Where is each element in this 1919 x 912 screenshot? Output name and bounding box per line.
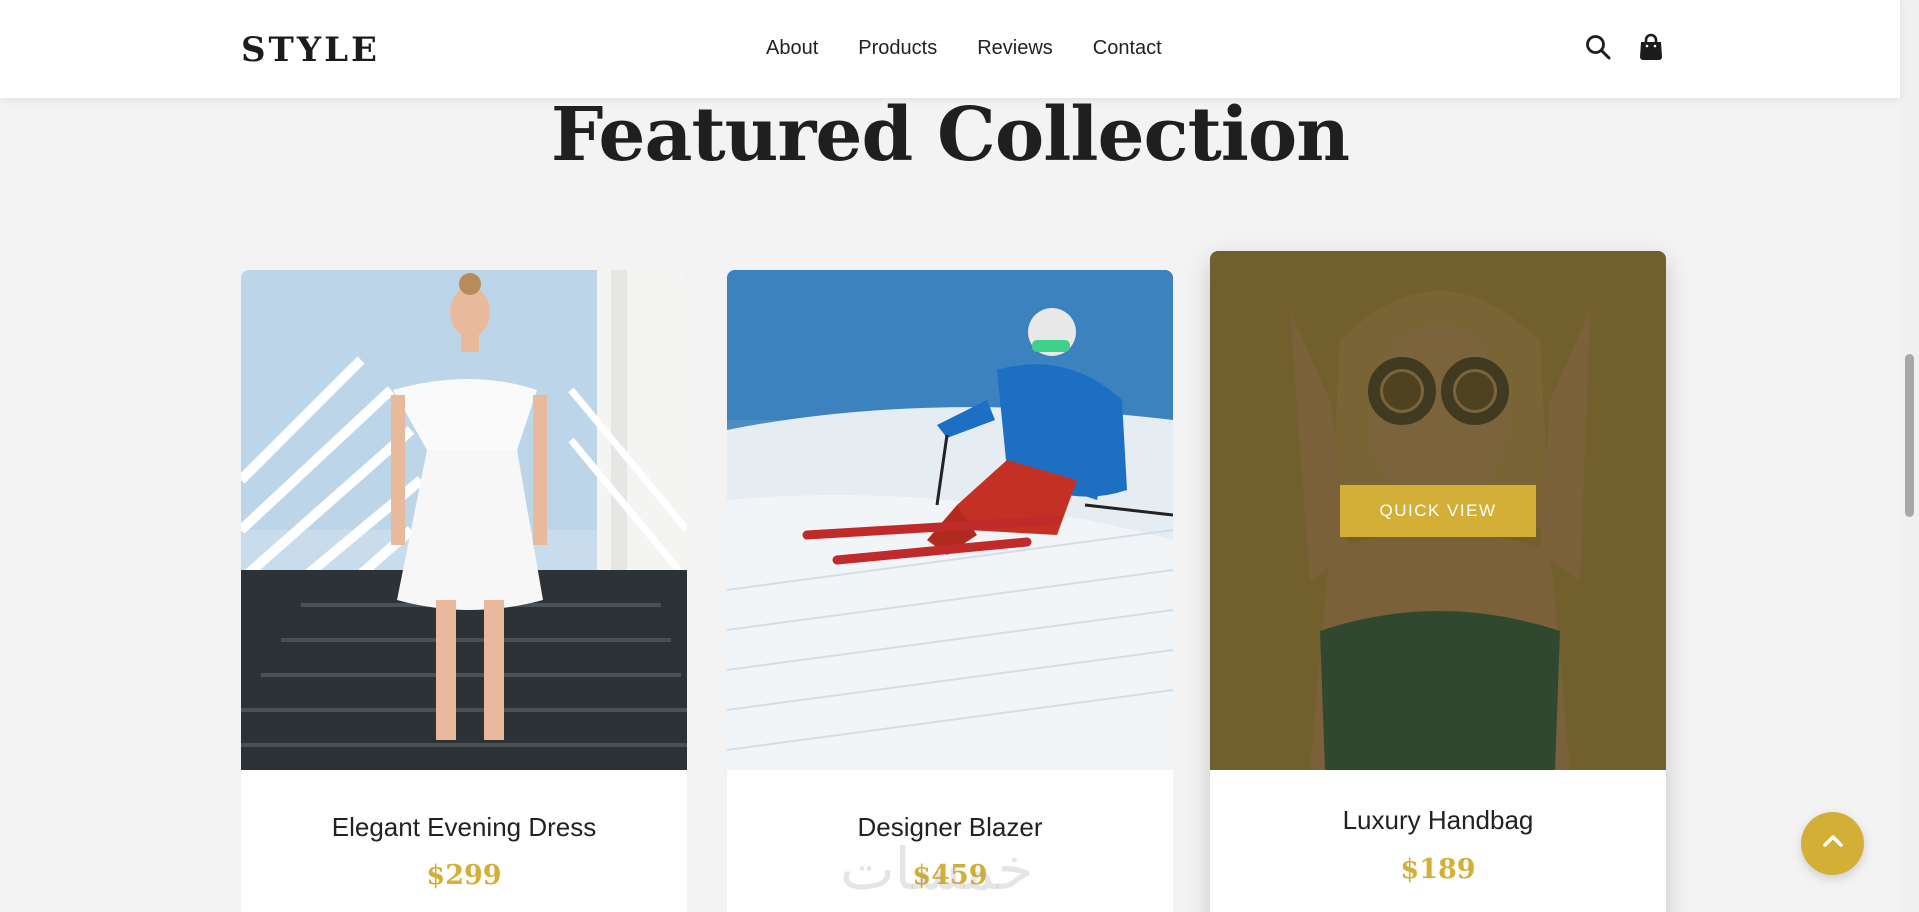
product-image[interactable] <box>727 270 1173 770</box>
scrollbar-thumb[interactable] <box>1905 354 1914 517</box>
product-card[interactable]: Elegant Evening Dress $299 <box>241 270 687 912</box>
quick-view-button[interactable]: QUICK VIEW <box>1340 485 1536 537</box>
page-scrollbar[interactable] <box>1900 0 1919 912</box>
product-card[interactable]: Designer Blazer $459 <box>727 270 1173 912</box>
nav-links: About Products Reviews Contact <box>766 37 1162 60</box>
nav-link-contact[interactable]: Contact <box>1093 37 1162 60</box>
search-icon[interactable] <box>1584 33 1612 61</box>
nav-link-about[interactable]: About <box>766 37 818 60</box>
product-name: Luxury Handbag <box>1342 805 1534 835</box>
nav-icons <box>1584 33 1666 61</box>
product-card-hovered[interactable]: QUICK VIEW Luxury Handbag $189 <box>1210 251 1666 912</box>
product-price: $189 <box>1400 854 1476 885</box>
product-name: Elegant Evening Dress <box>331 812 597 842</box>
section-title: Featured Collection <box>550 92 1350 178</box>
product-price: $299 <box>426 860 502 891</box>
watermark: خمسات <box>840 835 1034 903</box>
product-image[interactable]: QUICK VIEW <box>1210 251 1666 770</box>
nav-link-products[interactable]: Products <box>858 37 937 60</box>
navbar: STYLE About Products Reviews Contact <box>0 0 1900 98</box>
nav-link-reviews[interactable]: Reviews <box>977 37 1053 60</box>
scroll-to-top-button[interactable] <box>1801 812 1864 875</box>
shopping-bag-icon[interactable] <box>1638 33 1666 61</box>
brand-logo[interactable]: STYLE <box>241 30 380 70</box>
chevron-up-icon <box>1819 827 1847 860</box>
product-image[interactable] <box>241 270 687 770</box>
